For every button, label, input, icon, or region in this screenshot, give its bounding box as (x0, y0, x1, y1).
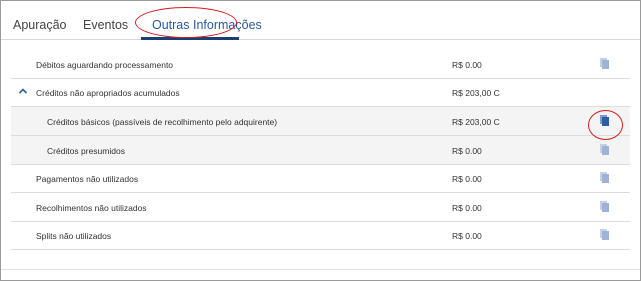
document-icon[interactable] (600, 229, 609, 240)
row-label: Pagamentos não utilizados (36, 174, 139, 184)
row-value: R$ 203,00 C (452, 88, 500, 98)
table-row: Recolhimentos não utilizados R$ 0.00 (11, 193, 630, 222)
tab-apuracao[interactable]: Apuração (13, 18, 67, 32)
row-label: Créditos básicos (passíveis de recolhime… (47, 117, 278, 127)
tab-eventos[interactable]: Eventos (83, 18, 128, 32)
document-icon[interactable] (600, 144, 609, 155)
document-icon[interactable] (600, 172, 609, 183)
row-value: R$ 0.00 (452, 203, 482, 213)
row-label: Créditos presumidos (47, 146, 125, 156)
document-icon[interactable] (600, 58, 609, 69)
chevron-up-icon[interactable] (18, 86, 28, 96)
row-label: Recolhimentos não utilizados (36, 203, 147, 213)
table-row-sub: Créditos básicos (passíveis de recolhime… (11, 107, 630, 136)
table-row-expandable[interactable]: Créditos não apropriados acumulados R$ 2… (11, 78, 630, 107)
annotation-circle (588, 110, 623, 140)
row-value: R$ 0.00 (452, 231, 482, 241)
row-value: R$ 0.00 (452, 174, 482, 184)
row-label: Débitos aguardando processamento (36, 60, 174, 70)
row-value: R$ 0.00 (452, 60, 482, 70)
annotation-ellipse (135, 7, 237, 38)
table-row-sub: Créditos presumidos R$ 0.00 (11, 136, 630, 165)
document-icon[interactable] (600, 201, 609, 212)
row-label: Splits não utilizados (36, 231, 112, 241)
table-row: Splits não utilizados R$ 0.00 (11, 221, 630, 250)
table-row: Débitos aguardando processamento R$ 0.00 (11, 50, 630, 79)
main-panel: Apuração Eventos Outras Informações Débi… (0, 0, 641, 281)
tab-bar: Apuração Eventos Outras Informações (1, 1, 640, 40)
row-label: Créditos não apropriados acumulados (36, 88, 180, 98)
table-row: Pagamentos não utilizados R$ 0.00 (11, 164, 630, 193)
row-value: R$ 203,00 C (452, 117, 500, 127)
divider (1, 269, 640, 270)
row-value: R$ 0.00 (452, 146, 482, 156)
